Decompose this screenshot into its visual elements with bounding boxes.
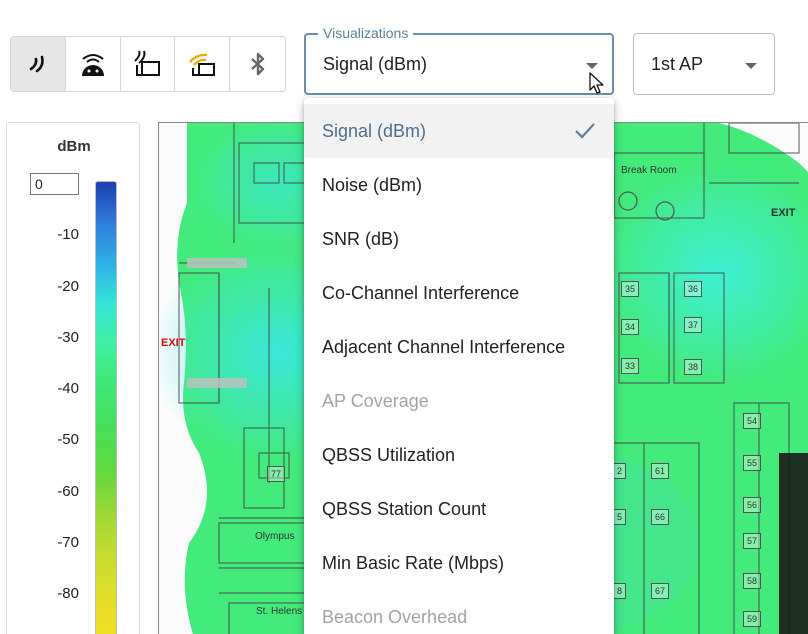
legend-tick: -60: [57, 483, 79, 500]
chevron-down-icon: [745, 63, 757, 69]
visualization-option-label: QBSS Station Count: [322, 499, 487, 519]
wifi-signal-icon: [29, 55, 44, 73]
visualization-option-label: AP Coverage: [322, 391, 429, 411]
room-number: 66: [651, 509, 670, 525]
access-point-signal-icon: [189, 53, 216, 76]
room-number: 55: [743, 455, 762, 471]
mouse-cursor-icon: [589, 72, 604, 94]
room-number: 59: [743, 611, 762, 627]
legend-tick: -30: [57, 329, 79, 346]
access-point-signal-button[interactable]: [175, 37, 231, 91]
visualization-option[interactable]: SNR (dB): [304, 212, 614, 266]
room-number: 34: [621, 319, 640, 335]
visualization-option: AP Coverage: [304, 374, 614, 428]
room-label-olympus: Olympus: [255, 531, 295, 542]
visualizations-dropdown-menu: Signal (dBm) Noise (dBm) SNR (dB) Co-Channe…: [304, 98, 614, 634]
visualization-option-label: Adjacent Channel Interference: [322, 337, 566, 357]
exit-sign: EXIT: [161, 337, 186, 349]
room-number: 67: [651, 583, 670, 599]
legend-tick: -40: [57, 380, 79, 397]
android-survey-icon: [81, 54, 104, 76]
legend-tick: -20: [57, 278, 79, 295]
room-number: 38: [684, 359, 703, 375]
access-point-icon: [134, 50, 161, 76]
room-number: 5: [613, 509, 627, 525]
visualization-option[interactable]: Adjacent Channel Interference: [304, 320, 614, 374]
visualization-option[interactable]: Co-Channel Interference: [304, 266, 614, 320]
chevron-down-icon: [586, 63, 598, 69]
android-survey-button[interactable]: [66, 37, 121, 91]
visualization-option-label: Min Basic Rate (Mbps): [322, 553, 505, 573]
room-number: 54: [743, 413, 762, 429]
access-point-button[interactable]: [121, 37, 176, 91]
visualization-option: Beacon Overhead: [304, 590, 614, 634]
exit-sign: EXIT: [771, 207, 796, 219]
signal-legend: dBm 0 -10 -20 -30 -40 -50 -60 -70 -80: [6, 122, 140, 634]
legend-tick: -80: [57, 585, 79, 602]
visualizations-select[interactable]: Visualizations Signal (dBm): [304, 25, 614, 95]
room-number: 37: [684, 317, 703, 333]
visualization-option-label: QBSS Utilization: [322, 445, 456, 465]
visualization-option-label: Noise (dBm): [322, 175, 423, 195]
room-number: 33: [621, 358, 640, 374]
visualization-option-label: SNR (dB): [322, 229, 400, 249]
visualization-option[interactable]: Min Basic Rate (Mbps): [304, 536, 614, 590]
legend-tick: -70: [57, 534, 79, 551]
room-number: 77: [267, 466, 286, 482]
room-number: 61: [651, 463, 670, 479]
legend-tick: -50: [57, 431, 79, 448]
color-scale-bar: [95, 181, 117, 634]
room-number: 8: [613, 583, 627, 599]
app-root: Visualizations Signal (dBm) 1st AP dBm 0…: [0, 0, 808, 634]
visualization-option[interactable]: Noise (dBm): [304, 158, 614, 212]
legend-max-input[interactable]: 0: [30, 173, 79, 195]
room-number: 35: [621, 281, 640, 297]
room-label-break-room: Break Room: [621, 165, 677, 176]
legend-unit: dBm: [57, 138, 91, 155]
room-label-st-helens: St. Helens: [256, 606, 303, 617]
ap-select[interactable]: 1st AP: [633, 33, 775, 95]
room-number: 2: [613, 463, 627, 479]
visualization-option[interactable]: QBSS Utilization: [304, 428, 614, 482]
legend-tick: -10: [57, 226, 79, 243]
bluetooth-icon: [250, 52, 264, 76]
ap-select-value: 1st AP: [651, 54, 704, 74]
wifi-signal-button[interactable]: [11, 37, 66, 91]
bluetooth-button[interactable]: [230, 37, 285, 91]
visualization-option-label: Co-Channel Interference: [322, 283, 520, 303]
check-icon: [575, 123, 595, 139]
room-number: 57: [743, 533, 762, 549]
room-number: 58: [743, 573, 762, 589]
visualization-option[interactable]: QBSS Station Count: [304, 482, 614, 536]
visualization-option-label: Beacon Overhead: [322, 607, 468, 627]
visualizations-options: Signal (dBm) Noise (dBm) SNR (dB) Co-Channe…: [304, 104, 614, 634]
visualizations-value: Signal (dBm): [323, 54, 428, 74]
room-number: 56: [743, 497, 762, 513]
room-number: 36: [684, 281, 703, 297]
visualization-option-label: Signal (dBm): [322, 121, 427, 141]
visualizations-label: Visualizations: [318, 25, 414, 41]
visualization-option[interactable]: Signal (dBm): [304, 104, 614, 158]
survey-mode-toolbar: [10, 36, 286, 92]
